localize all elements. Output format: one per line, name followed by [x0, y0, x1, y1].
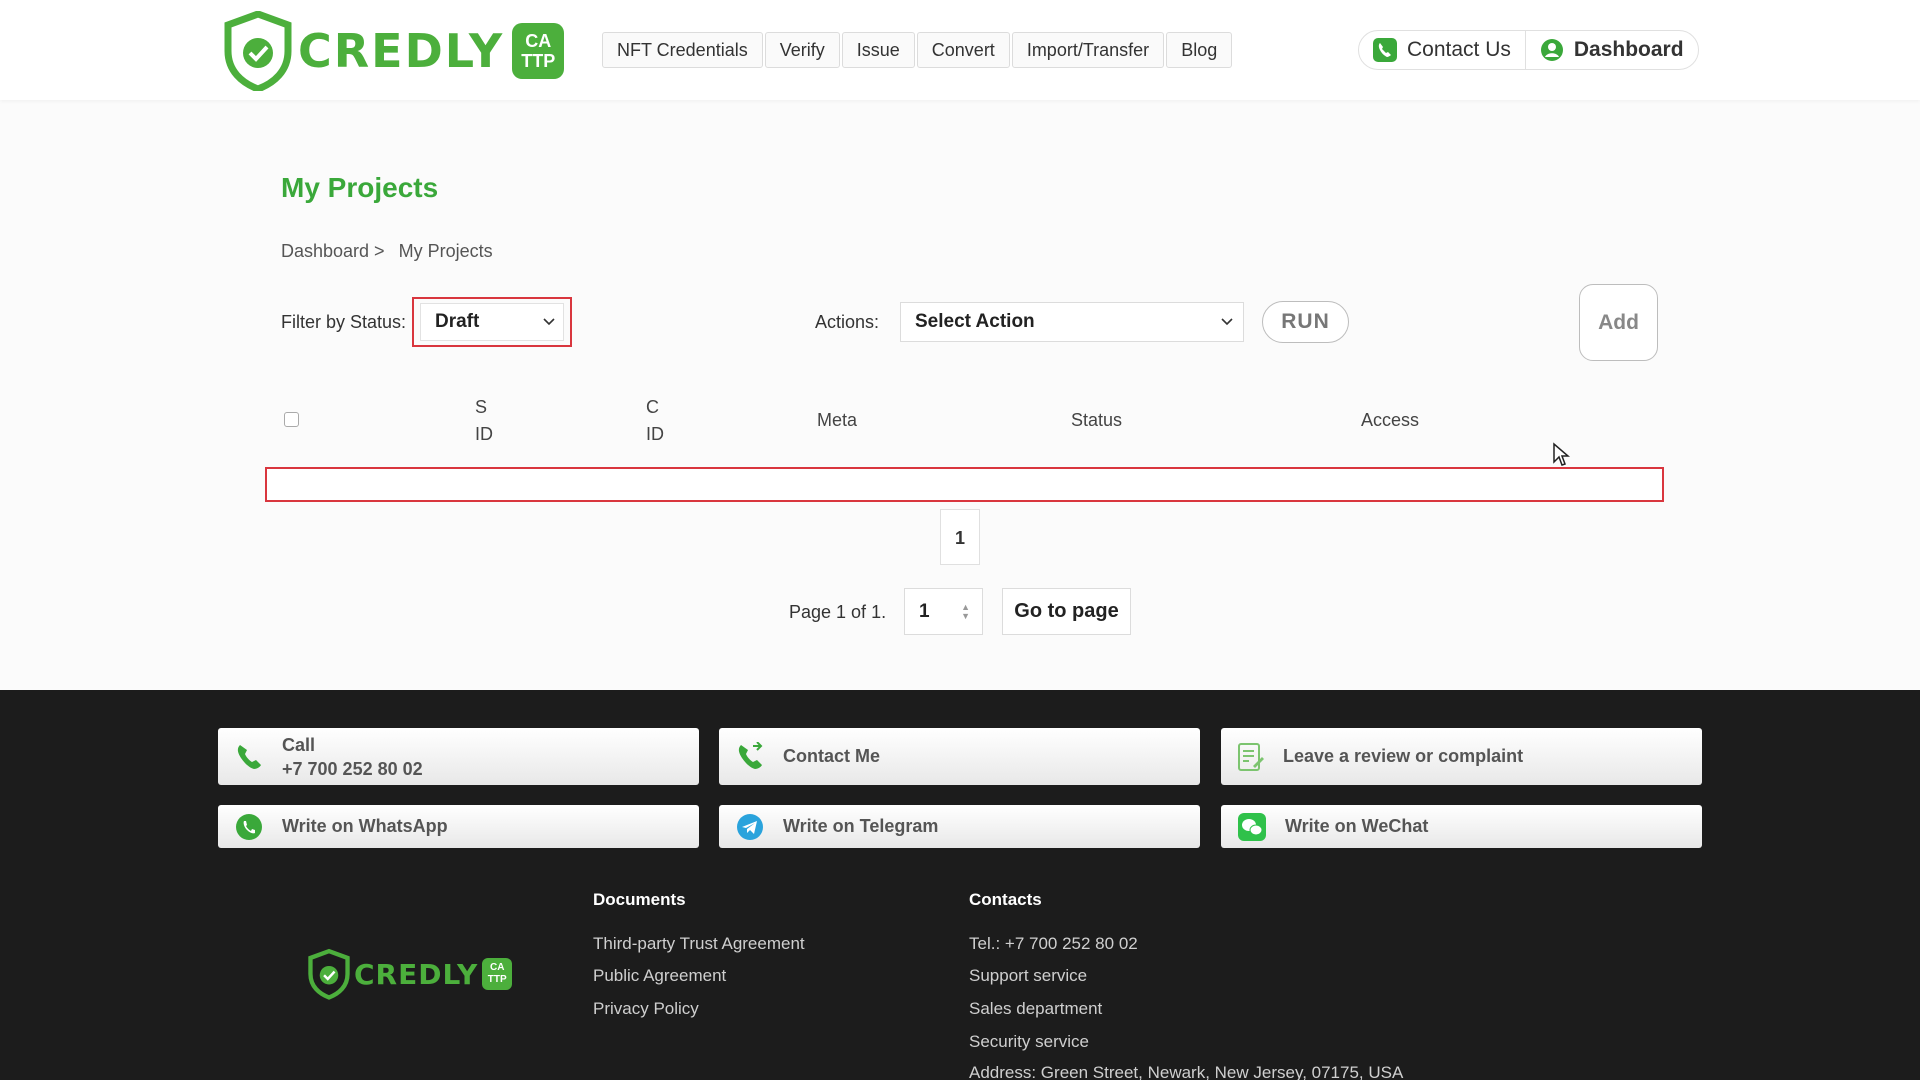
- whatsapp-button[interactable]: Write on WhatsApp: [218, 805, 699, 848]
- document-edit-icon: [1238, 742, 1264, 771]
- call-number: +7 700 252 80 02: [282, 758, 423, 779]
- site-footer: Call +7 700 252 80 02 Contact Me Leave a…: [0, 690, 1920, 1080]
- contact-us-label: Contact Us: [1407, 38, 1511, 61]
- page-number-button[interactable]: 1: [940, 509, 980, 565]
- nav-convert[interactable]: Convert: [916, 32, 1010, 68]
- chevron-down-icon: [543, 318, 555, 326]
- mouse-cursor-icon: [1553, 442, 1570, 466]
- column-header-c-id[interactable]: C ID: [646, 394, 664, 448]
- column-header-access[interactable]: Access: [1361, 407, 1419, 434]
- spinner-icon[interactable]: ▲ ▼: [961, 602, 970, 621]
- site-header: CREDLY CA TTP NFT Credentials Verify Iss…: [0, 0, 1920, 100]
- nav-verify[interactable]: Verify: [764, 32, 840, 68]
- page-number-input-value: 1: [919, 600, 930, 622]
- main-nav: NFT Credentials Verify Issue Convert Imp…: [602, 32, 1233, 68]
- dashboard-button[interactable]: Dashboard: [1524, 31, 1698, 69]
- footer-credly-logo[interactable]: CREDLY CA TTP: [308, 948, 513, 1000]
- user-icon: [1540, 39, 1563, 61]
- chevron-down-icon: [1221, 318, 1233, 326]
- footer-logo-badge-bottom: TTP: [487, 974, 507, 985]
- breadcrumb: Dashboard > My Projects: [281, 241, 493, 262]
- column-header-c-id-line1: C: [646, 397, 659, 417]
- phone-icon: [237, 744, 261, 769]
- contact-me-button[interactable]: Contact Me: [719, 728, 1200, 785]
- phone-icon: [1373, 38, 1397, 62]
- contact-me-label: Contact Me: [783, 746, 881, 766]
- actions-label: Actions:: [815, 312, 880, 332]
- go-to-page-button[interactable]: Go to page: [1002, 588, 1131, 635]
- footer-logo-badge-top: CA: [490, 962, 505, 973]
- credly-logo[interactable]: CREDLY CA TTP: [224, 10, 565, 92]
- review-label: Leave a review or complaint: [1283, 746, 1524, 766]
- column-header-meta[interactable]: Meta: [817, 407, 857, 434]
- link-public-agreement[interactable]: Public Agreement: [593, 966, 726, 986]
- link-privacy-policy[interactable]: Privacy Policy: [593, 999, 699, 1019]
- breadcrumb-dashboard[interactable]: Dashboard >: [281, 241, 385, 262]
- telegram-button[interactable]: Write on Telegram: [719, 805, 1200, 848]
- call-text: Call +7 700 252 80 02: [282, 733, 423, 781]
- dashboard-label: Dashboard: [1573, 38, 1684, 61]
- header-actions: Contact Us Dashboard: [1358, 30, 1699, 70]
- link-sales-department[interactable]: Sales department: [969, 999, 1102, 1019]
- shield-check-icon: [224, 11, 292, 91]
- select-all-checkbox[interactable]: [284, 412, 299, 427]
- footer-logo-badge: CA TTP: [482, 958, 513, 990]
- actions-value: Select Action: [915, 311, 1035, 332]
- wechat-icon: [1238, 812, 1266, 841]
- phone-callback-icon: [738, 741, 763, 769]
- whatsapp-label: Write on WhatsApp: [282, 816, 448, 836]
- wechat-button[interactable]: Write on WeChat: [1221, 805, 1702, 848]
- link-support-service[interactable]: Support service: [969, 966, 1087, 986]
- link-trust-agreement[interactable]: Third-party Trust Agreement: [593, 934, 805, 954]
- contact-phone[interactable]: Tel.: +7 700 252 80 02: [969, 934, 1138, 954]
- call-title: Call: [282, 734, 316, 755]
- column-header-s-id-line2: ID: [475, 424, 493, 444]
- footer-logo-text: CREDLY: [354, 957, 479, 991]
- nav-import-transfer[interactable]: Import/Transfer: [1011, 32, 1165, 68]
- nav-issue[interactable]: Issue: [841, 32, 915, 68]
- filter-status-select[interactable]: Draft: [420, 303, 564, 341]
- empty-table-row: [265, 467, 1664, 502]
- logo-badge-top: CA: [525, 31, 552, 51]
- telegram-label: Write on Telegram: [783, 816, 939, 836]
- review-button[interactable]: Leave a review or complaint: [1221, 728, 1702, 785]
- telegram-icon: [737, 813, 763, 840]
- logo-badge: CA TTP: [512, 23, 565, 79]
- logo-badge-bottom: TTP: [521, 51, 556, 71]
- contact-us-button[interactable]: Contact Us: [1359, 31, 1525, 69]
- run-button[interactable]: RUN: [1262, 301, 1349, 343]
- logo-text: CREDLY: [298, 24, 505, 78]
- column-header-s-id-line1: S: [475, 397, 488, 417]
- column-header-c-id-line2: ID: [646, 424, 664, 444]
- documents-title: Documents: [593, 890, 686, 909]
- column-header-status[interactable]: Status: [1071, 407, 1122, 434]
- whatsapp-icon: [236, 813, 262, 840]
- link-security-service[interactable]: Security service: [969, 1032, 1089, 1052]
- nav-nft-credentials[interactable]: NFT Credentials: [602, 32, 763, 68]
- filter-status-label: Filter by Status:: [281, 312, 407, 332]
- contact-address: Address: Green Street, Newark, New Jerse…: [969, 1063, 1404, 1080]
- page-title: My Projects: [281, 172, 439, 203]
- shield-check-icon: [308, 948, 350, 1000]
- wechat-label: Write on WeChat: [1285, 816, 1429, 836]
- call-button[interactable]: Call +7 700 252 80 02: [218, 728, 699, 785]
- add-button[interactable]: Add: [1579, 284, 1658, 361]
- filter-status-highlight: Draft: [412, 297, 572, 347]
- contacts-title: Contacts: [969, 890, 1042, 909]
- page-info: Page 1 of 1.: [789, 602, 887, 622]
- page-number-input[interactable]: 1 ▲ ▼: [904, 588, 983, 635]
- filter-status-value: Draft: [435, 311, 480, 332]
- breadcrumb-current: My Projects: [398, 241, 493, 261]
- column-header-s-id[interactable]: S ID: [475, 394, 493, 448]
- actions-select[interactable]: Select Action: [900, 302, 1244, 342]
- nav-blog[interactable]: Blog: [1166, 32, 1233, 68]
